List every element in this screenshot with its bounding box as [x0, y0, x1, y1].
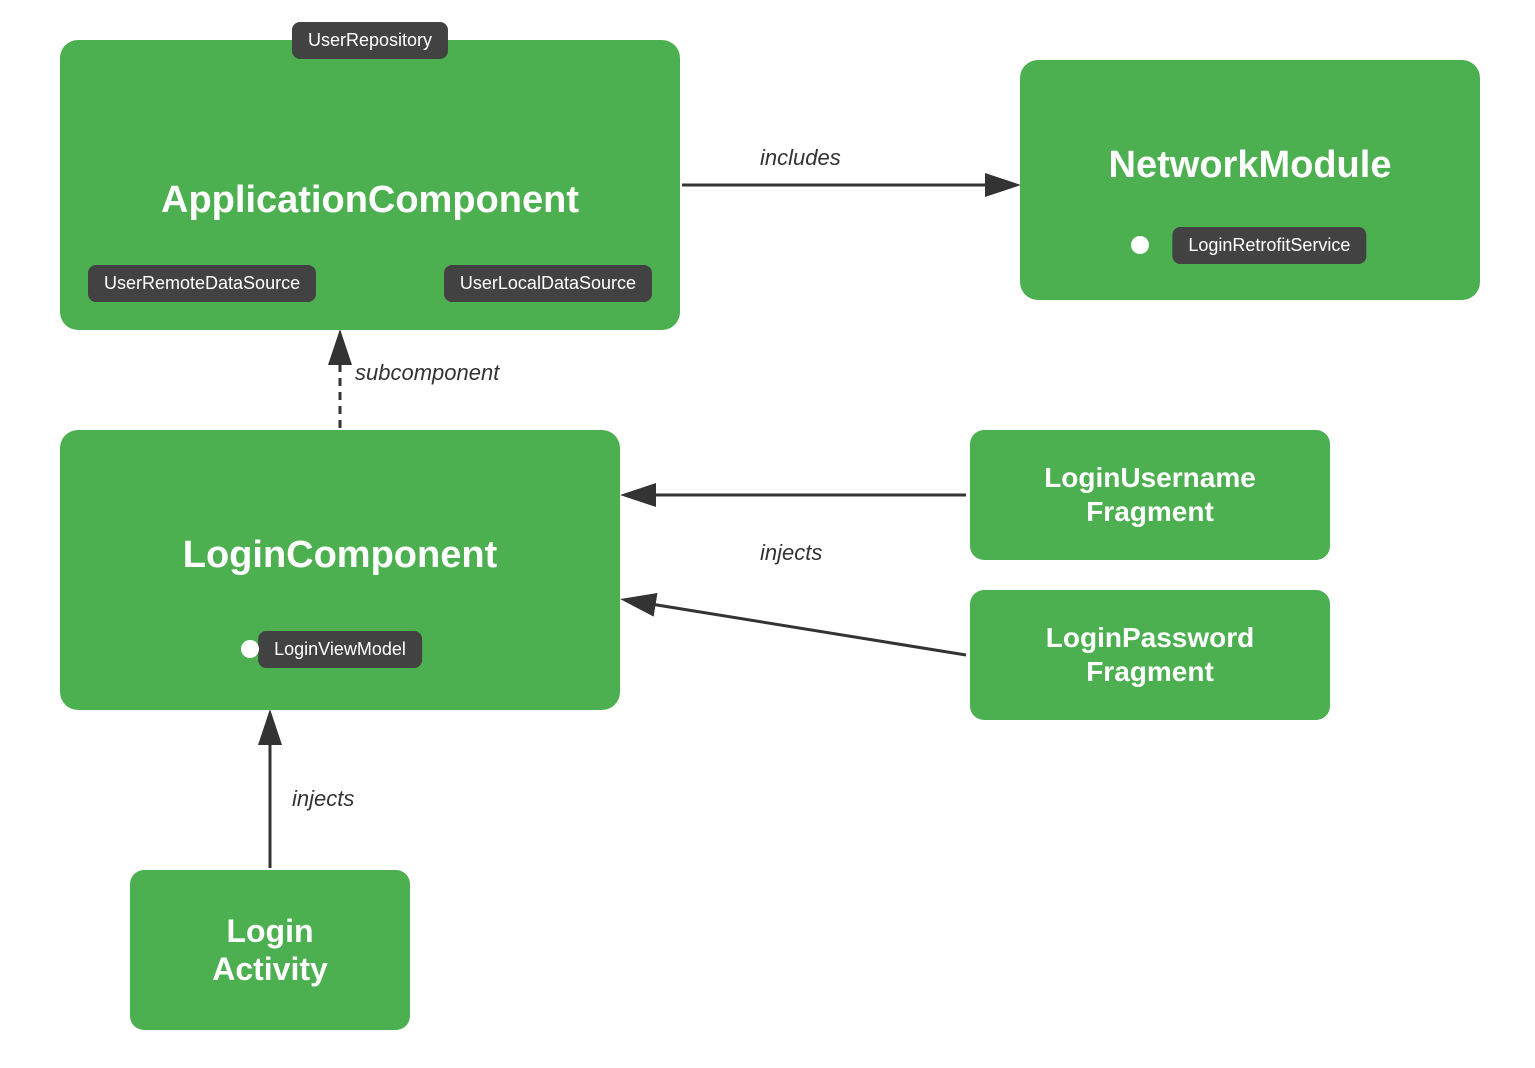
includes-label: includes — [760, 145, 841, 171]
application-component-box: ApplicationComponent UserRepository User… — [60, 40, 680, 330]
login-retrofit-service-label: LoginRetrofitService — [1172, 227, 1366, 264]
login-component-box: LoginComponent LoginViewModel — [60, 430, 620, 710]
user-local-datasource-label: UserLocalDataSource — [444, 265, 652, 302]
login-username-fragment-box: LoginUsernameFragment — [970, 430, 1330, 560]
application-component-label: ApplicationComponent — [161, 179, 579, 222]
login-retrofit-service-dot — [1131, 236, 1149, 254]
diagram-container: ApplicationComponent UserRepository User… — [0, 0, 1535, 1068]
user-remote-datasource-label: UserRemoteDataSource — [88, 265, 316, 302]
user-repository-dot — [241, 14, 259, 32]
login-component-label: LoginComponent — [183, 534, 497, 577]
login-viewmodel-dot — [241, 640, 259, 658]
login-username-fragment-label: LoginUsernameFragment — [1044, 461, 1256, 528]
network-module-label: NetworkModule — [1109, 144, 1392, 187]
login-viewmodel-label: LoginViewModel — [258, 631, 422, 668]
injects-right-label: injects — [760, 540, 822, 566]
user-repository-label: UserRepository — [292, 22, 448, 59]
login-password-fragment-label: LoginPasswordFragment — [1046, 621, 1254, 688]
login-password-fragment-box: LoginPasswordFragment — [970, 590, 1330, 720]
login-activity-box: LoginActivity — [130, 870, 410, 1030]
network-module-box: NetworkModule LoginRetrofitService — [1020, 60, 1480, 300]
injects-down-label: injects — [292, 786, 354, 812]
subcomponent-label: subcomponent — [355, 360, 499, 386]
login-activity-label: LoginActivity — [212, 912, 328, 989]
